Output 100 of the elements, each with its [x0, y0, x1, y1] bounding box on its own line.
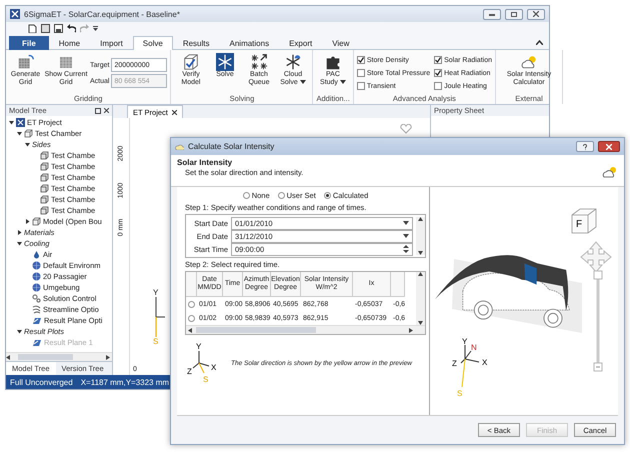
- checkbox[interactable]: [434, 56, 442, 64]
- ribbon-tab[interactable]: Results: [172, 36, 220, 50]
- scroll-right-icon[interactable]: [409, 328, 413, 332]
- maximize-button[interactable]: [505, 8, 523, 20]
- close-icon: [606, 144, 612, 150]
- checkbox[interactable]: [434, 82, 442, 90]
- expanded-arrow-icon[interactable]: [16, 131, 22, 136]
- expanded-arrow-icon[interactable]: [24, 142, 30, 147]
- close-button[interactable]: [598, 141, 620, 152]
- dropdown-caret-icon: [300, 80, 306, 84]
- open-file-icon[interactable]: [41, 24, 50, 33]
- panel-icon: [40, 206, 49, 215]
- ribbon-tab[interactable]: Animations: [220, 36, 280, 50]
- ribbon-tab[interactable]: Solve: [132, 36, 173, 50]
- axis-drawing: [153, 297, 165, 337]
- customize-caret-icon[interactable]: [93, 26, 98, 32]
- status-text: Full Unconverged: [10, 378, 73, 386]
- collapsed-arrow-icon[interactable]: [16, 230, 22, 235]
- dropdown-caret-icon[interactable]: [403, 234, 409, 238]
- checked-cube-icon: [182, 53, 200, 71]
- scroll-right-icon[interactable]: [106, 354, 110, 360]
- radio-dot[interactable]: [324, 192, 331, 199]
- checkmark-icon: [358, 57, 364, 63]
- radio-dot[interactable]: [242, 192, 250, 199]
- help-icon: [583, 144, 587, 150]
- globe-icon: [32, 283, 41, 292]
- close-icon[interactable]: [172, 110, 177, 114]
- close-icon: [533, 11, 539, 17]
- axis-gizmo-drawing: [192, 350, 210, 374]
- horizontal-scrollbar[interactable]: [6, 352, 112, 361]
- vertical-scrollbar[interactable]: [416, 272, 425, 325]
- snowflake-cloud-icon: [284, 53, 302, 71]
- help-button[interactable]: [576, 141, 594, 152]
- undo-icon[interactable]: [67, 24, 76, 33]
- vertical-scrollbar[interactable]: [416, 217, 425, 255]
- view-cube-icon[interactable]: [572, 208, 596, 234]
- horizontal-scrollbar[interactable]: [186, 325, 425, 334]
- app-logo-icon: [10, 9, 20, 19]
- zoom-slider-icon[interactable]: [594, 270, 602, 372]
- axis-label: S: [203, 375, 208, 384]
- checkbox[interactable]: [356, 82, 365, 90]
- gears-icon: [32, 294, 41, 303]
- minimize-button[interactable]: [483, 8, 501, 20]
- row-radio[interactable]: [188, 314, 195, 322]
- axis-gizmo-drawing: [460, 344, 480, 388]
- checkmark-icon: [435, 70, 442, 76]
- axis-label: X: [482, 358, 488, 367]
- scroll-down-icon[interactable]: [418, 251, 423, 255]
- panel-icon: [40, 184, 49, 193]
- axis-label: Y: [196, 342, 202, 351]
- dialog-heading: Solar Intensity: [177, 158, 234, 167]
- ribbon-tab[interactable]: Export: [279, 36, 322, 50]
- checkbox[interactable]: [356, 69, 365, 77]
- checkbox[interactable]: [434, 69, 442, 77]
- scroll-up-icon[interactable]: [418, 272, 423, 276]
- globe-icon: [32, 272, 41, 281]
- close-button[interactable]: [527, 8, 545, 20]
- droplet-icon: [32, 250, 41, 259]
- close-icon[interactable]: [104, 108, 109, 113]
- axis-label: S: [457, 389, 462, 398]
- pin-icon[interactable]: [95, 108, 101, 114]
- expanded-arrow-icon[interactable]: [16, 329, 22, 334]
- expanded-arrow-icon[interactable]: [8, 120, 14, 125]
- view-cube-label: F: [576, 219, 582, 230]
- axis-label: N: [471, 343, 477, 352]
- ribbon-tab[interactable]: File: [9, 36, 49, 50]
- save-icon[interactable]: [54, 24, 63, 33]
- radio-dot[interactable]: [278, 192, 285, 199]
- ribbon-tab[interactable]: View: [322, 36, 360, 50]
- axis-label: X: [211, 363, 216, 372]
- snowflake-icon: [216, 53, 234, 71]
- scroll-left-icon[interactable]: [188, 328, 192, 332]
- coordinates-text: X=1187 mm,Y=3323 mm: [80, 378, 170, 386]
- dropdown-caret-icon[interactable]: [403, 221, 409, 225]
- globe-icon: [32, 261, 41, 270]
- scroll-left-icon[interactable]: [6, 354, 10, 360]
- cloud-icon: [175, 143, 184, 150]
- ribbon-tab[interactable]: Home: [48, 36, 90, 50]
- collapse-ribbon-icon[interactable]: [536, 40, 543, 45]
- row-radio[interactable]: [188, 300, 195, 308]
- window-title: 6SigmaET - SolarCar.equipment - Baseline*: [24, 10, 181, 18]
- project-icon: [16, 118, 25, 127]
- axis-label: Z: [452, 359, 457, 368]
- cube-icon: [32, 217, 41, 226]
- panel-icon: [40, 162, 49, 171]
- expanded-arrow-icon[interactable]: [16, 241, 22, 246]
- new-file-icon[interactable]: [28, 24, 37, 33]
- checkbox[interactable]: [356, 56, 365, 64]
- ribbon-tab[interactable]: Import: [90, 36, 133, 50]
- spinner-icon[interactable]: [403, 245, 409, 253]
- snowflakes-icon: [250, 53, 268, 71]
- collapsed-arrow-icon[interactable]: [24, 219, 30, 224]
- result-plane-icon: [32, 316, 42, 325]
- header-cell: [186, 272, 197, 297]
- scroll-up-icon[interactable]: [418, 217, 423, 221]
- axis-label: Y: [153, 288, 158, 297]
- streamline-icon: [32, 305, 41, 314]
- cube-icon: [24, 129, 33, 138]
- axis-label: Z: [187, 367, 192, 376]
- minimize-icon: [489, 12, 495, 16]
